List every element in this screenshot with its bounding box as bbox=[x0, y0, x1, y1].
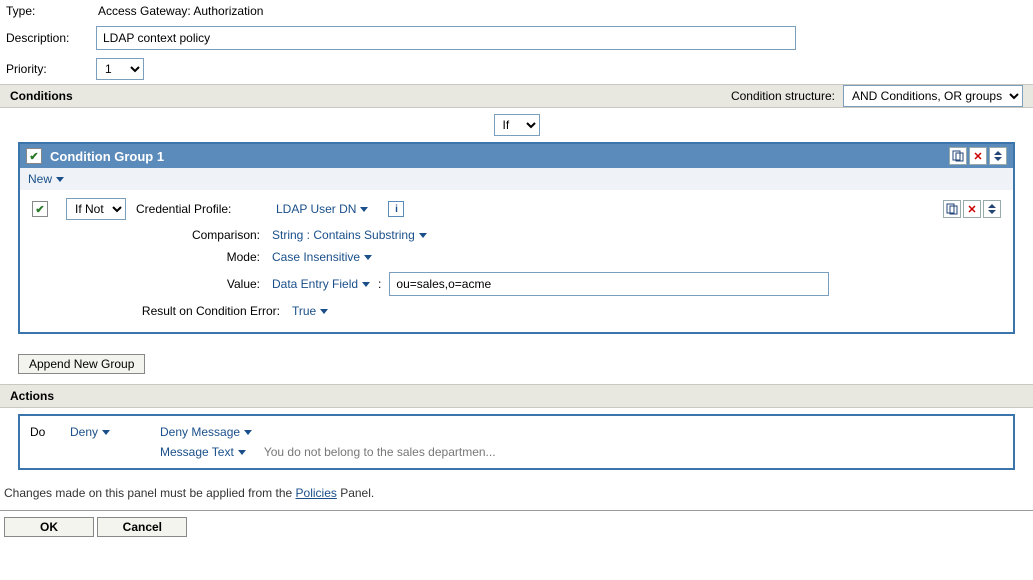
actions-header-bar: Actions bbox=[0, 384, 1033, 408]
chevron-down-icon bbox=[56, 177, 64, 182]
new-dropdown[interactable]: New bbox=[28, 172, 64, 186]
checkmark-icon[interactable]: ✔ bbox=[32, 201, 48, 217]
value-type-dropdown[interactable]: Data Entry Field bbox=[272, 277, 370, 291]
move-icon[interactable] bbox=[983, 200, 1001, 218]
policies-link[interactable]: Policies bbox=[296, 486, 337, 500]
value-label: Value: bbox=[102, 277, 272, 291]
condition-structure-select[interactable]: AND Conditions, OR groups bbox=[843, 85, 1023, 107]
description-input[interactable] bbox=[96, 26, 796, 50]
actions-title: Actions bbox=[10, 389, 54, 403]
colon-separator: : bbox=[378, 277, 381, 291]
append-new-group-button[interactable]: Append New Group bbox=[18, 354, 145, 374]
conditions-title: Conditions bbox=[10, 89, 73, 103]
condition-group-header: ✔ Condition Group 1 ✕ bbox=[20, 144, 1013, 168]
checkmark-icon[interactable]: ✔ bbox=[26, 148, 42, 164]
priority-label: Priority: bbox=[6, 62, 96, 76]
do-label: Do bbox=[30, 425, 70, 439]
result-on-error-value[interactable]: True bbox=[292, 304, 328, 318]
conditions-header-bar: Conditions Condition structure: AND Cond… bbox=[0, 84, 1033, 108]
value-input[interactable] bbox=[389, 272, 829, 296]
credential-profile-value[interactable]: LDAP User DN bbox=[276, 202, 368, 216]
ifnot-select[interactable]: If Not bbox=[66, 198, 126, 220]
mode-label: Mode: bbox=[102, 250, 272, 264]
result-on-error-label: Result on Condition Error: bbox=[102, 304, 292, 318]
chevron-down-icon bbox=[360, 207, 368, 212]
chevron-down-icon bbox=[362, 282, 370, 287]
mode-value[interactable]: Case Insensitive bbox=[272, 250, 372, 264]
description-label: Description: bbox=[6, 31, 96, 45]
condition-group-title: Condition Group 1 bbox=[50, 149, 164, 164]
type-label: Type: bbox=[6, 4, 96, 18]
chevron-down-icon bbox=[419, 233, 427, 238]
delete-icon[interactable]: ✕ bbox=[969, 147, 987, 165]
type-value: Access Gateway: Authorization bbox=[96, 4, 263, 18]
copy-icon[interactable] bbox=[943, 200, 961, 218]
move-icon[interactable] bbox=[989, 147, 1007, 165]
comparison-value[interactable]: String : Contains Substring bbox=[272, 228, 427, 242]
copy-icon[interactable] bbox=[949, 147, 967, 165]
ok-button[interactable]: OK bbox=[4, 517, 94, 537]
credential-profile-label: Credential Profile: bbox=[136, 202, 276, 216]
chevron-down-icon bbox=[320, 309, 328, 314]
actions-box: Do Deny Deny Message Message Text You do… bbox=[18, 414, 1015, 470]
if-select[interactable]: If bbox=[494, 114, 540, 136]
footer-note: Changes made on this panel must be appli… bbox=[0, 476, 1033, 511]
info-icon[interactable]: i bbox=[388, 201, 404, 217]
condition-structure-label: Condition structure: bbox=[731, 89, 835, 103]
chevron-down-icon bbox=[238, 450, 246, 455]
chevron-down-icon bbox=[364, 255, 372, 260]
message-text-dropdown[interactable]: Message Text bbox=[160, 445, 246, 459]
deny-message-dropdown[interactable]: Deny Message bbox=[160, 425, 252, 439]
delete-icon[interactable]: ✕ bbox=[963, 200, 981, 218]
priority-select[interactable]: 1 bbox=[96, 58, 144, 80]
chevron-down-icon bbox=[102, 430, 110, 435]
cancel-button[interactable]: Cancel bbox=[97, 517, 187, 537]
message-text-value: You do not belong to the sales departmen… bbox=[264, 445, 496, 459]
comparison-label: Comparison: bbox=[102, 228, 272, 242]
chevron-down-icon bbox=[244, 430, 252, 435]
deny-dropdown[interactable]: Deny bbox=[70, 425, 160, 439]
condition-group-1: ✔ Condition Group 1 ✕ New ✔ If Not Crede… bbox=[18, 142, 1015, 334]
